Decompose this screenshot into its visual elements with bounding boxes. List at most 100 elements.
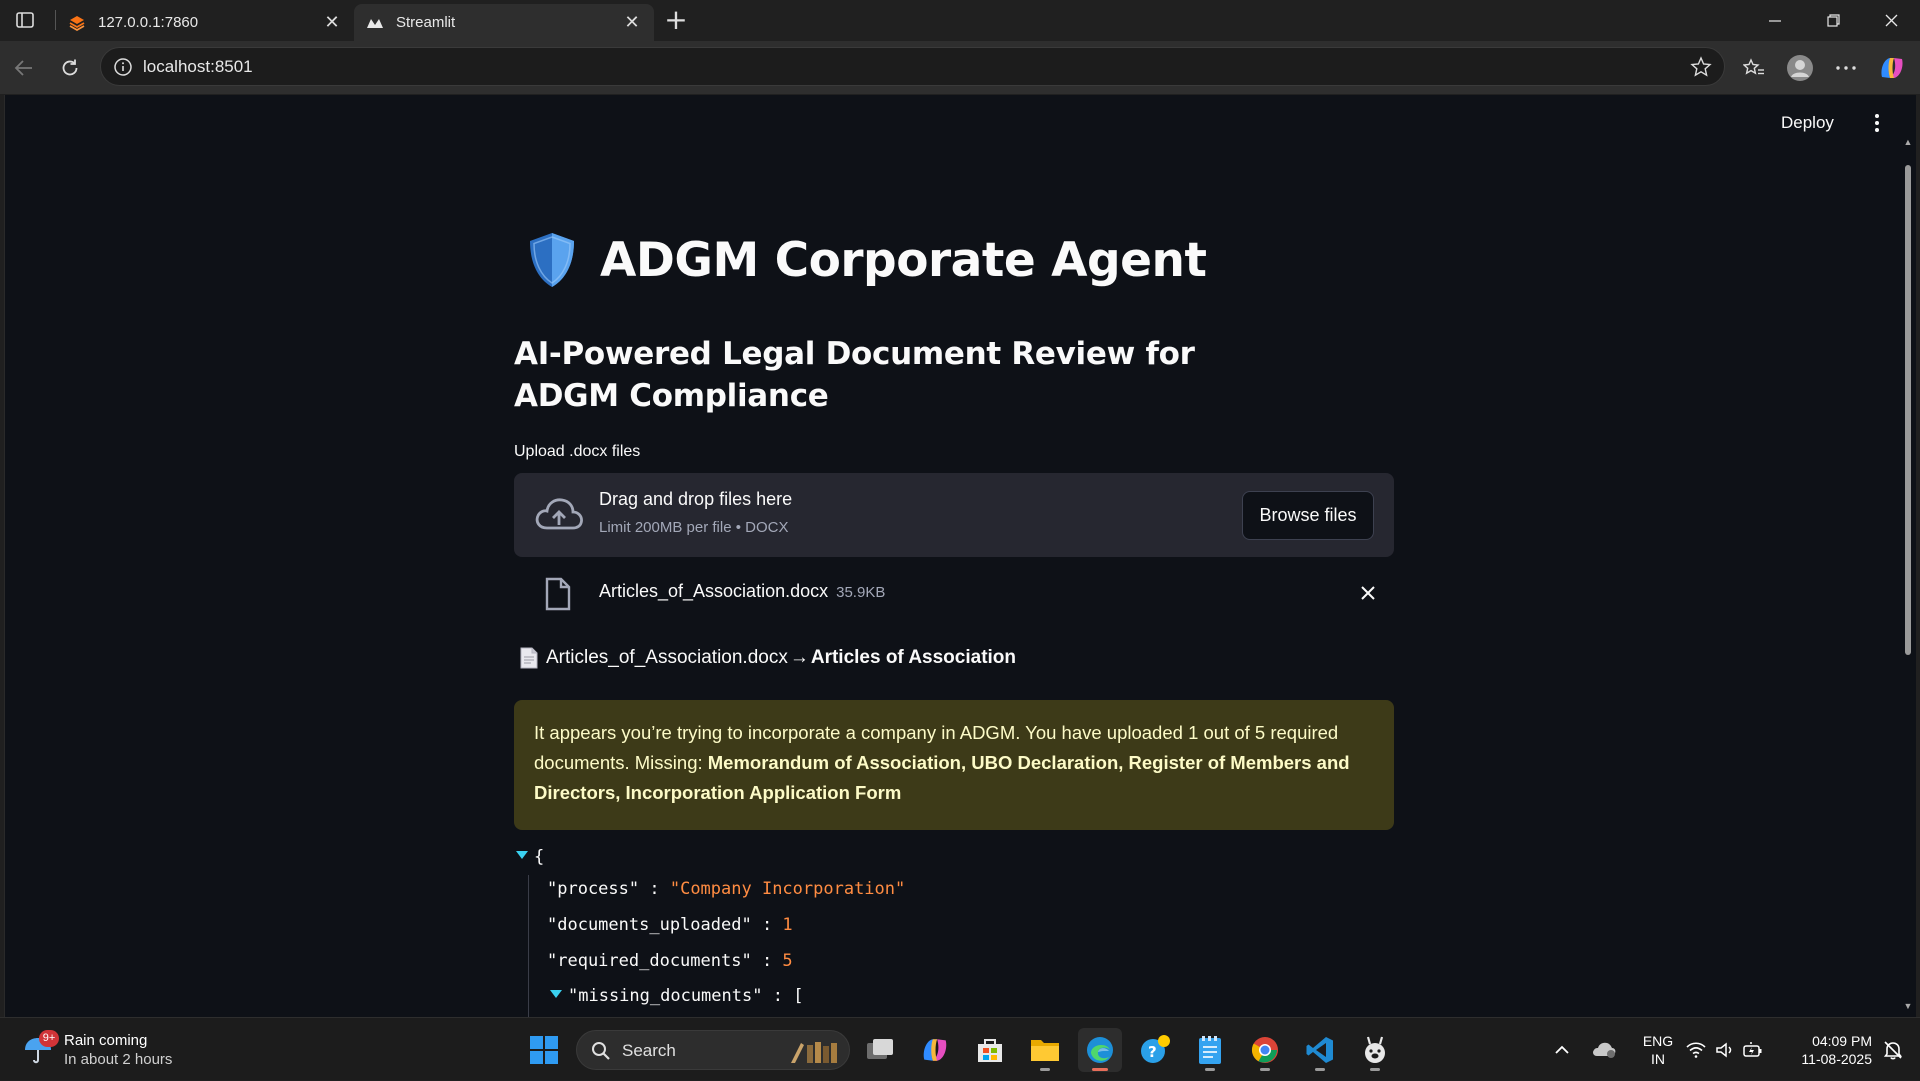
running-indicator [1205, 1068, 1215, 1071]
json-open-brace: { [534, 847, 545, 867]
refresh-icon[interactable] [54, 52, 86, 84]
tab-close-icon[interactable]: ✕ [322, 12, 342, 33]
json-key: "documents_uploaded" [547, 915, 752, 935]
json-nested-row[interactable]: "missing_documents" : [ [550, 986, 803, 1006]
scrollbar-thumb[interactable] [1905, 165, 1911, 655]
json-root-line[interactable]: { [516, 847, 544, 867]
tab-title: Streamlit [396, 14, 456, 31]
main-menu-icon[interactable] [1869, 111, 1885, 135]
vscode-app[interactable] [1298, 1028, 1342, 1072]
file-dropzone[interactable]: Drag and drop files here Limit 200MB per… [514, 473, 1394, 557]
help-app[interactable]: ? [1133, 1028, 1177, 1072]
start-button[interactable] [522, 1028, 566, 1072]
notification-bell-icon [1883, 1040, 1903, 1059]
collapse-caret-icon[interactable] [516, 851, 528, 859]
uploaded-file-name: Articles_of_Association.docx 35.9KB [599, 581, 885, 602]
region-code: IN [1651, 1051, 1665, 1067]
weather-widget[interactable]: 9+ Rain coming In about 2 hours [22, 1030, 242, 1070]
dropzone-instructions: Drag and drop files here [599, 489, 793, 509]
remove-file-icon[interactable] [1356, 581, 1380, 605]
running-indicator [1315, 1068, 1325, 1071]
file-icon [545, 577, 571, 611]
back-icon[interactable] [8, 52, 40, 84]
missing-documents-warning: It appears you’re trying to incorporate … [514, 700, 1394, 830]
json-row: "process" : "Company Incorporation" [547, 879, 905, 899]
tab-close-icon[interactable]: ✕ [622, 12, 642, 33]
copilot-app[interactable] [913, 1028, 957, 1072]
detected-document-type: Articles of Association [810, 647, 1017, 668]
notepad-app[interactable] [1188, 1028, 1232, 1072]
language-code: ENG [1642, 1033, 1674, 1049]
copilot-icon[interactable] [1876, 52, 1908, 84]
ollama-app[interactable] [1353, 1028, 1397, 1072]
json-row: "required_documents" : 5 [547, 951, 793, 971]
document-detection: Articles_of_Association.docx → Articles … [520, 647, 1016, 669]
profile-avatar-icon[interactable] [1784, 52, 1816, 84]
chrome-app[interactable] [1243, 1028, 1287, 1072]
battery-tray[interactable] [1740, 1018, 1766, 1081]
battery-charging-icon [1743, 1041, 1762, 1057]
task-view-button[interactable] [858, 1028, 902, 1072]
system-clock[interactable]: 04:09 PM 11-08-2025 [1776, 1032, 1872, 1068]
notifications-tray[interactable] [1878, 1018, 1908, 1081]
wifi-tray[interactable] [1682, 1018, 1710, 1081]
cloud-sync-icon [1593, 1042, 1616, 1058]
collapse-caret-icon[interactable] [550, 990, 562, 998]
favorite-star-icon[interactable] [1690, 56, 1712, 78]
restore-button[interactable] [1804, 0, 1862, 41]
new-tab-button[interactable]: + [660, 5, 692, 35]
json-key: "missing_documents" [568, 986, 763, 1006]
streamlit-favicon-icon [366, 14, 384, 32]
store-app[interactable] [968, 1028, 1012, 1072]
weather-title: Rain coming [64, 1032, 148, 1049]
browse-files-button[interactable]: Browse files [1242, 491, 1374, 540]
dropzone-limit: Limit 200MB per file • DOCX [599, 519, 789, 536]
svg-text:?: ? [1148, 1043, 1157, 1061]
tab-streamlit[interactable]: Streamlit ✕ [354, 4, 654, 41]
more-options-icon[interactable] [1830, 52, 1862, 84]
title-row: ADGM Corporate Agent [526, 231, 1207, 289]
search-highlight-icon [791, 1042, 837, 1063]
json-colon: : [762, 986, 794, 1006]
json-key: "process" [547, 879, 640, 899]
clock-date: 11-08-2025 [1801, 1051, 1872, 1067]
minimize-button[interactable] [1746, 0, 1804, 41]
language-indicator[interactable]: ENG IN [1636, 1032, 1680, 1068]
file-size: 35.9KB [836, 584, 886, 601]
tab-actions-icon[interactable] [10, 7, 40, 33]
file-explorer-app[interactable] [1023, 1028, 1067, 1072]
json-colon: : [751, 915, 783, 935]
weather-badge: 9+ [39, 1030, 59, 1047]
deploy-button[interactable]: Deploy [1781, 113, 1834, 133]
json-colon: : [751, 951, 783, 971]
wifi-icon [1686, 1041, 1706, 1058]
scroll-up-arrow[interactable]: ▲ [1903, 137, 1913, 147]
file-name-text: Articles_of_Association.docx [599, 581, 829, 601]
weather-subtitle: In about 2 hours [64, 1051, 173, 1068]
address-bar[interactable]: localhost:8501 [100, 47, 1725, 86]
tab-gradio[interactable]: 127.0.0.1:7860 ✕ [56, 4, 354, 41]
scroll-down-arrow[interactable]: ▼ [1903, 1001, 1913, 1011]
uploaded-file-item: Articles_of_Association.docx 35.9KB [514, 567, 1394, 623]
show-hidden-icons[interactable] [1548, 1018, 1576, 1081]
microsoft-store-icon [978, 1039, 1002, 1062]
json-value: 1 [782, 915, 793, 935]
site-info-icon[interactable] [113, 57, 133, 77]
json-row: "documents_uploaded" : 1 [547, 915, 793, 935]
vscode-icon [1306, 1037, 1333, 1063]
onedrive-tray[interactable] [1588, 1018, 1620, 1081]
chrome-browser-icon [1251, 1037, 1278, 1063]
json-open-bracket: [ [793, 986, 804, 1006]
taskbar-search[interactable]: Search [576, 1030, 850, 1070]
running-indicator [1370, 1068, 1380, 1071]
search-label: Search [622, 1041, 676, 1060]
window-close-button[interactable] [1862, 0, 1920, 41]
detection-arrow: → [789, 647, 809, 668]
page-title: ADGM Corporate Agent [600, 232, 1207, 288]
gradio-favicon-icon [68, 14, 86, 32]
volume-tray[interactable] [1712, 1018, 1738, 1081]
page-subtitle: AI-Powered Legal Document Review for ADG… [514, 336, 1195, 414]
edge-app[interactable] [1078, 1028, 1122, 1072]
url-text: localhost:8501 [143, 57, 253, 76]
favorites-icon[interactable] [1738, 52, 1770, 84]
